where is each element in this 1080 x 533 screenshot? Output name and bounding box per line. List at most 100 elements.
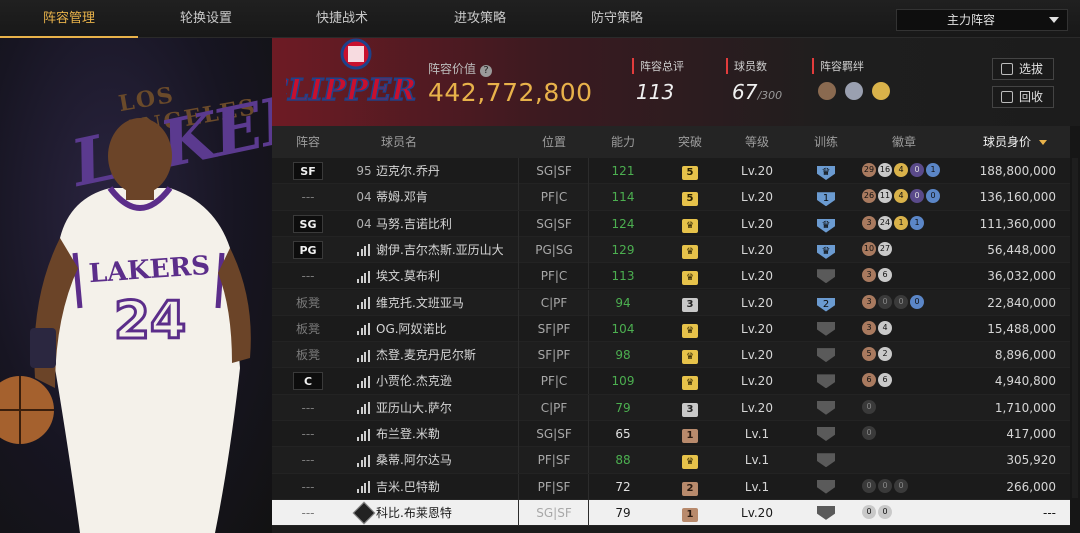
training-cell[interactable] — [794, 368, 858, 394]
badge-group[interactable]: 66 — [862, 373, 894, 389]
col-player-name[interactable]: 球员名 — [344, 126, 454, 158]
recycle-button[interactable]: 回收 — [992, 86, 1054, 108]
tab-offense-strategy[interactable]: 进攻策略 — [410, 0, 550, 38]
bond-bronze-icon[interactable] — [818, 82, 836, 100]
player-name[interactable]: OG.阿奴诺比 — [376, 316, 516, 342]
badge-group[interactable]: 34 — [862, 320, 894, 337]
lineup-slot[interactable]: SG — [272, 211, 344, 237]
badge-group[interactable]: 00 — [862, 504, 894, 521]
tab-rotation-settings[interactable]: 轮换设置 — [138, 0, 274, 38]
table-row[interactable]: SF 95 迈克尔.乔丹 SG|SF 121 5 Lv.20 ♛ 29 16 4 0 1 188,800,… — [272, 158, 1070, 185]
training-cell[interactable] — [794, 342, 858, 368]
player-name[interactable]: 亚历山大.萨尔 — [376, 395, 516, 421]
training-cell[interactable]: ♛ — [794, 237, 858, 263]
col-slot[interactable]: 阵容 — [272, 126, 344, 158]
table-row[interactable]: --- 桑蒂.阿尔达马 PF|SF 88 ♛ Lv.1 305,920 — [272, 447, 1070, 474]
table-row[interactable]: C 小贾伦.杰克逊 PF|C 109 ♛ Lv.20 6 6 4,940,800 — [272, 368, 1070, 395]
select-button[interactable]: 选拔 — [992, 58, 1054, 80]
slot-label: --- — [301, 190, 315, 205]
breakthrough-cell: ♛ — [658, 342, 722, 368]
table-row-selected[interactable]: --- 科比.布莱恩特 SG|SF 79 1 Lv.20 0 0 --- — [272, 499, 1070, 527]
help-icon[interactable]: ? — [480, 65, 493, 77]
badge-group[interactable]: 000 — [862, 478, 910, 495]
training-cell[interactable] — [794, 447, 858, 473]
bond-silver-icon[interactable] — [845, 82, 864, 100]
lineup-slot[interactable]: --- — [272, 184, 344, 210]
badge-group[interactable]: 0 — [862, 426, 878, 442]
training-cell[interactable]: ♛ — [794, 158, 858, 184]
player-name[interactable]: 迈克尔.乔丹 — [376, 158, 516, 184]
training-cell[interactable] — [794, 316, 858, 342]
training-cell[interactable] — [794, 474, 858, 500]
breakthrough-cell: 3 — [658, 395, 722, 421]
table-row[interactable]: --- 布兰登.米勒 SG|SF 65 1 Lv.1 0 417,000 — [272, 421, 1070, 448]
lineup-slot[interactable]: --- — [272, 395, 344, 421]
table-row[interactable]: --- 亚历山大.萨尔 C|PF 79 3 Lv.20 0 1,710,000 — [272, 394, 1070, 421]
table-row[interactable]: --- 埃文.莫布利 PF|C 113 ♛ Lv.20 3 6 36,032,000 — [272, 263, 1070, 290]
col-training[interactable]: 训练 — [794, 126, 858, 158]
training-cell[interactable] — [794, 500, 858, 526]
tab-lineup-management[interactable]: 阵容管理 — [0, 0, 138, 38]
badge-group[interactable]: 36 — [862, 268, 894, 284]
badge-group[interactable]: 0 — [862, 399, 878, 416]
table-row[interactable]: --- 04 蒂姆.邓肯 PF|C 114 5 Lv.20 1 26 11 4 0 0 136,160,0… — [272, 184, 1070, 211]
table-row[interactable]: 板凳 杰登.麦克丹尼尔斯 SF|PF 98 ♛ Lv.20 5 2 8,896,000 — [272, 342, 1070, 369]
table-scrollbar[interactable] — [1072, 158, 1078, 498]
col-player-value[interactable]: 球员身价 — [962, 126, 1068, 158]
col-level[interactable]: 等级 — [726, 126, 788, 158]
lineup-slot[interactable]: 板凳 — [272, 316, 344, 342]
training-cell[interactable] — [794, 263, 858, 289]
slot-label: --- — [301, 269, 315, 284]
player-name[interactable]: 维克托.文班亚马 — [376, 290, 516, 316]
lineup-dropdown[interactable]: 主力阵容 — [896, 9, 1068, 31]
column-divider — [588, 421, 589, 447]
player-name[interactable]: 埃文.莫布利 — [376, 263, 516, 289]
training-cell[interactable]: ♛ — [794, 211, 858, 237]
lineup-slot[interactable]: C — [272, 368, 344, 394]
lineup-slot[interactable]: 板凳 — [272, 342, 344, 368]
training-cell[interactable]: 2 — [794, 290, 858, 316]
lineup-slot[interactable]: --- — [272, 500, 344, 526]
col-ability[interactable]: 能力 — [592, 126, 654, 158]
training-cell[interactable]: 1 — [794, 184, 858, 210]
lineup-slot[interactable]: --- — [272, 474, 344, 500]
training-cell[interactable] — [794, 421, 858, 447]
col-breakthrough[interactable]: 突破 — [658, 126, 722, 158]
lineup-slot[interactable]: PG — [272, 237, 344, 263]
player-name[interactable]: 小贾伦.杰克逊 — [376, 368, 516, 394]
badge-group[interactable]: 26 11 4 0 0 — [862, 189, 942, 205]
player-name[interactable]: 科比.布莱恩特 — [376, 500, 516, 526]
table-row[interactable]: 板凳 维克托.文班亚马 C|PF 94 3 Lv.20 2 3 0 0 0 22,840,000 — [272, 289, 1070, 316]
player-name[interactable]: 谢伊.吉尔杰斯.亚历山大 — [376, 237, 516, 263]
player-name[interactable]: 杰登.麦克丹尼尔斯 — [376, 342, 516, 368]
badge-group[interactable]: 3 24 1 1 — [862, 215, 926, 232]
lineup-bond-icons[interactable] — [818, 82, 894, 104]
training-cell[interactable] — [794, 395, 858, 421]
table-row[interactable]: --- 吉米.巴特勒 PF|SF 72 2 Lv.1 0 0 0 266,000 — [272, 473, 1070, 500]
lineup-slot[interactable]: --- — [272, 263, 344, 289]
col-badges[interactable]: 徽章 — [868, 126, 940, 158]
table-row[interactable]: 板凳 OG.阿奴诺比 SF|PF 104 ♛ Lv.20 3 4 15,488,000 — [272, 315, 1070, 343]
player-name[interactable]: 马努.吉诺比利 — [376, 211, 516, 237]
player-name[interactable]: 吉米.巴特勒 — [376, 474, 516, 500]
player-ability: 94 — [615, 295, 631, 310]
player-name[interactable]: 桑蒂.阿尔达马 — [376, 447, 516, 473]
player-name[interactable]: 布兰登.米勒 — [376, 421, 516, 447]
badge-group[interactable]: 52 — [862, 347, 894, 363]
badge-group[interactable]: 10 27 — [862, 241, 894, 258]
badge-group[interactable]: 29 16 4 0 1 — [862, 163, 942, 179]
table-row[interactable]: PG 谢伊.吉尔杰斯.亚历山大 PG|SG 129 ♛ Lv.20 ♛ 10 27 56,448,… — [272, 236, 1070, 264]
bond-gold-icon[interactable] — [872, 82, 891, 100]
player-name[interactable]: 蒂姆.邓肯 — [376, 184, 516, 210]
tab-quick-tactics[interactable]: 快捷战术 — [274, 0, 410, 38]
lineup-slot[interactable]: 板凳 — [272, 290, 344, 316]
badge-group[interactable]: 3000 — [862, 294, 926, 311]
col-position[interactable]: 位置 — [522, 126, 586, 158]
signal-bars-icon — [357, 244, 371, 257]
lineup-slot[interactable]: --- — [272, 421, 344, 447]
player-number: 95 — [356, 164, 372, 178]
lineup-slot[interactable]: --- — [272, 447, 344, 473]
tab-defense-strategy[interactable]: 防守策略 — [550, 0, 684, 38]
table-row[interactable]: SG 04 马努.吉诺比利 SG|SF 124 ♛ Lv.20 ♛ 3 24 1 1 111,360,0… — [272, 210, 1070, 237]
lineup-slot[interactable]: SF — [272, 158, 344, 184]
